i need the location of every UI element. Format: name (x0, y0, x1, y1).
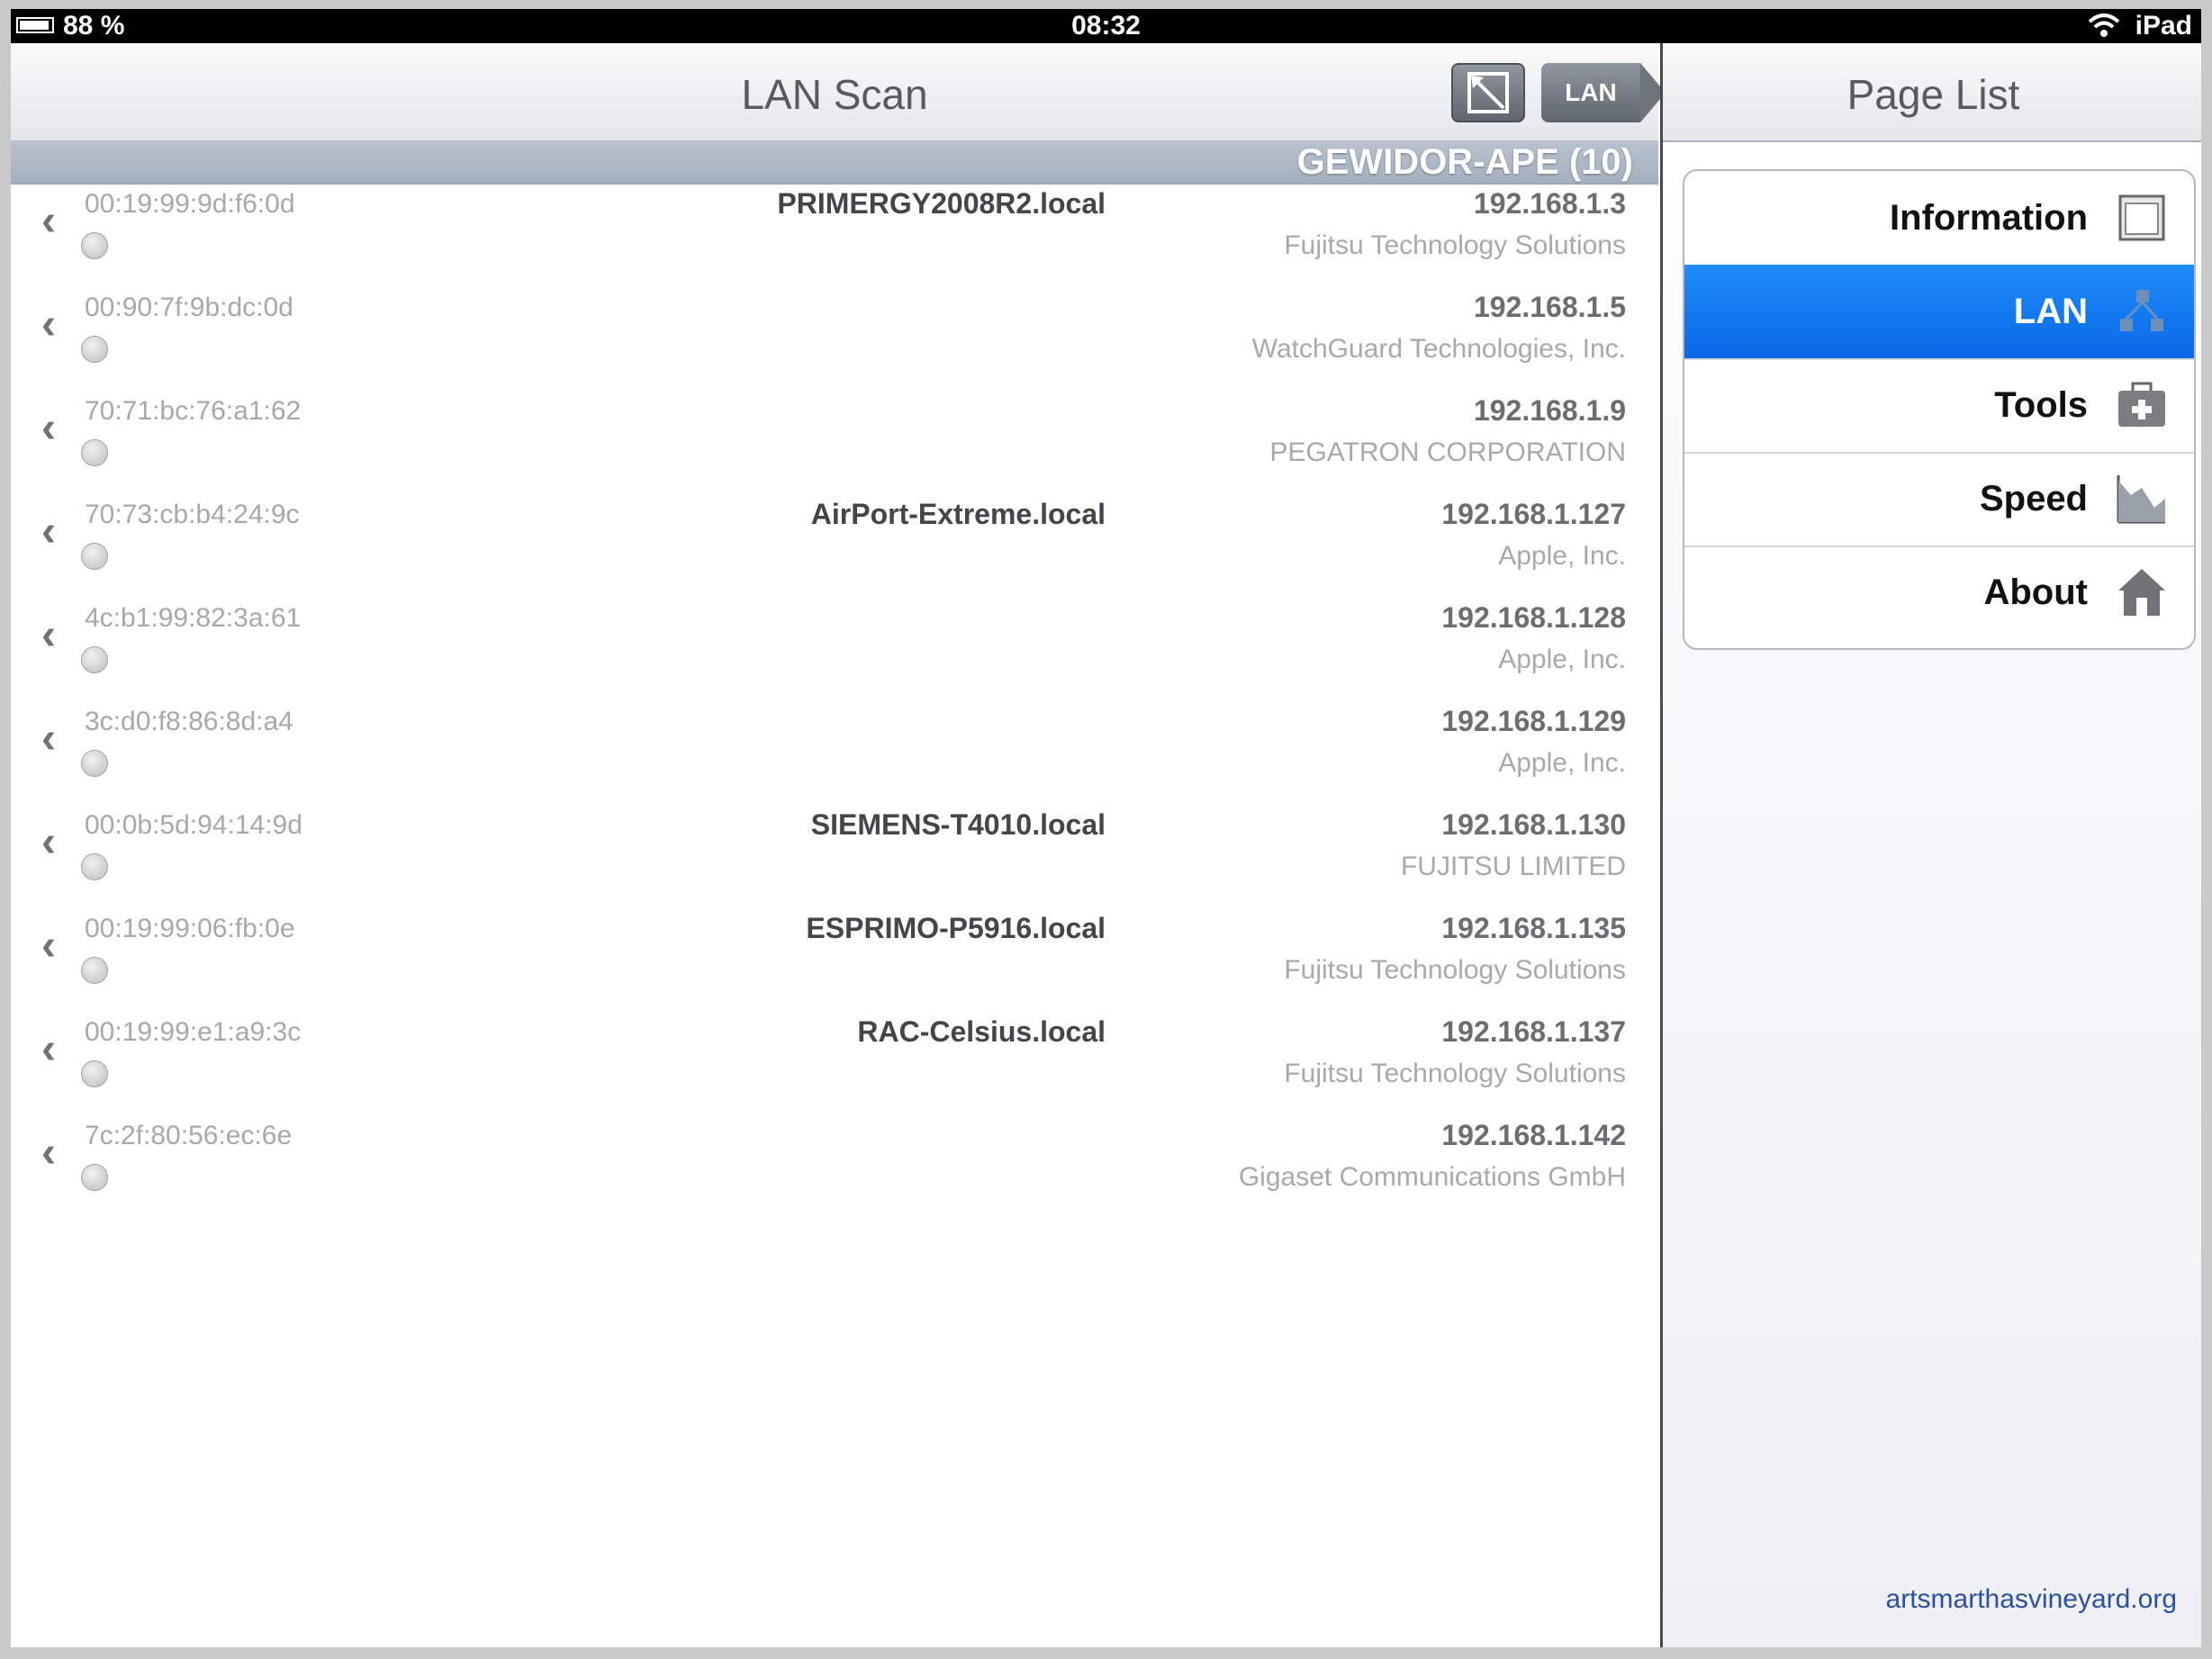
chart-icon (2117, 475, 2165, 524)
table-row[interactable]: ‹ 7c:2f:80:56:ec:6e 192.168.1.142 Gigase… (11, 1115, 1658, 1219)
chevron-left-icon: ‹ (41, 508, 56, 555)
table-row[interactable]: ‹ 70:73:cb:b4:24:9c AirPort-Extreme.loca… (11, 494, 1658, 598)
menu-item-label: About (1983, 573, 2088, 612)
table-row[interactable]: ‹ 00:19:99:9d:f6:0d PRIMERGY2008R2.local… (11, 184, 1658, 287)
table-row[interactable]: ‹ 4c:b1:99:82:3a:61 192.168.1.128 Apple,… (11, 598, 1658, 701)
vendor: Fujitsu Technology Solutions (1284, 230, 1626, 260)
status-dot (81, 543, 108, 570)
mac-address: 00:19:99:9d:f6:0d (85, 189, 295, 219)
mac-address: 00:0b:5d:94:14:9d (85, 810, 302, 840)
ip-address: 192.168.1.127 (1441, 498, 1626, 530)
chevron-left-icon: ‹ (41, 197, 56, 245)
status-dot (81, 439, 108, 466)
screen: 88 % 08:32 iPad LAN Scan LAN GEWIDOR-APE… (11, 9, 2201, 1647)
menu-item-label: Information (1890, 198, 2088, 238)
ip-address: 192.168.1.5 (1473, 291, 1626, 323)
page-list-menu: Information LAN Tools Speed About (1683, 169, 2196, 650)
table-row[interactable]: ‹ 3c:d0:f8:86:8d:a4 192.168.1.129 Apple,… (11, 701, 1658, 805)
ip-address: 192.168.1.128 (1441, 601, 1626, 634)
status-dot (81, 646, 108, 673)
page-list-pane: Page List Information LAN Tools Speed Ab… (1660, 43, 2201, 1647)
chevron-left-icon: ‹ (41, 301, 56, 348)
edit-button[interactable] (1451, 63, 1525, 122)
ip-address: 192.168.1.3 (1473, 187, 1626, 220)
vendor: Apple, Inc. (1498, 645, 1626, 674)
table-row[interactable]: ‹ 00:19:99:06:fb:0e ESPRIMO-P5916.local … (11, 908, 1658, 1012)
vendor: Fujitsu Technology Solutions (1284, 955, 1626, 985)
hostname: PRIMERGY2008R2.local (777, 187, 1106, 220)
hostname: AirPort-Extreme.local (810, 498, 1106, 530)
hostname: RAC-Celsius.local (857, 1015, 1106, 1048)
chevron-left-icon: ‹ (41, 611, 56, 659)
ip-address: 192.168.1.135 (1441, 912, 1626, 944)
mac-address: 70:73:cb:b4:24:9c (85, 500, 300, 529)
ip-address: 192.168.1.142 (1441, 1119, 1626, 1151)
menu-item-label: Tools (1994, 385, 2088, 425)
menu-item-label: Speed (1979, 479, 2088, 518)
mac-address: 3c:d0:f8:86:8d:a4 (85, 707, 293, 736)
status-dot (81, 750, 108, 777)
status-dot (81, 336, 108, 363)
network-icon (2120, 290, 2163, 331)
mac-address: 00:19:99:e1:a9:3c (85, 1017, 302, 1047)
page-list-title: Page List (1846, 71, 2020, 118)
chevron-left-icon: ‹ (41, 715, 56, 762)
section-title: GEWIDOR-APE (10) (1296, 142, 1633, 182)
menu-item-lan[interactable]: LAN (1684, 265, 2194, 360)
lan-scan-navbar: LAN Scan LAN (11, 43, 1666, 142)
menu-item-tools[interactable]: Tools (1684, 358, 2194, 454)
table-row[interactable]: ‹ 70:71:bc:76:a1:62 192.168.1.9 PEGATRON… (11, 391, 1658, 494)
status-dot (81, 1164, 108, 1191)
hostname: SIEMENS-T4010.local (810, 808, 1106, 841)
vendor: Apple, Inc. (1498, 748, 1626, 778)
ip-address: 192.168.1.137 (1441, 1015, 1626, 1048)
edit-icon (1467, 72, 1509, 113)
status-dot (81, 957, 108, 984)
vendor: Gigaset Communications GmbH (1238, 1162, 1626, 1192)
status-bar: 88 % 08:32 iPad (11, 9, 2201, 43)
footer-link[interactable]: artsmarthasvineyard.org (1886, 1584, 2177, 1615)
mac-address: 70:71:bc:76:a1:62 (85, 396, 302, 426)
hostname: ESPRIMO-P5916.local (806, 912, 1106, 944)
table-row[interactable]: ‹ 00:19:99:e1:a9:3c RAC-Celsius.local 19… (11, 1012, 1658, 1115)
house-icon (2118, 569, 2165, 616)
device-label: iPad (2135, 11, 2192, 41)
vendor: FUJITSU LIMITED (1400, 852, 1626, 881)
status-dot (81, 853, 108, 880)
wifi-icon (2088, 14, 2120, 37)
table-row[interactable]: ‹ 00:90:7f:9b:dc:0d 192.168.1.5 WatchGua… (11, 287, 1658, 391)
vendor: Apple, Inc. (1498, 541, 1626, 571)
status-dot (81, 232, 108, 259)
mac-address: 00:90:7f:9b:dc:0d (85, 293, 293, 322)
chevron-left-icon: ‹ (41, 404, 56, 452)
menu-item-speed[interactable]: Speed (1684, 452, 2194, 547)
vendor: PEGATRON CORPORATION (1269, 437, 1626, 467)
mac-address: 4c:b1:99:82:3a:61 (85, 603, 302, 633)
menu-item-label: LAN (2013, 292, 2088, 331)
ip-address: 192.168.1.9 (1473, 394, 1626, 427)
menu-item-information[interactable]: Information (1684, 171, 2194, 266)
ip-address: 192.168.1.130 (1441, 808, 1626, 841)
status-time: 08:32 (1071, 11, 1141, 41)
lan-back-button[interactable]: LAN (1541, 63, 1666, 122)
status-dot (81, 1060, 108, 1087)
vendor: WatchGuard Technologies, Inc. (1251, 334, 1626, 364)
page-title: LAN Scan (741, 71, 928, 118)
chevron-left-icon: ‹ (41, 1025, 56, 1073)
toolbox-icon (2118, 382, 2165, 427)
table-row[interactable]: ‹ 00:0b:5d:94:14:9d SIEMENS-T4010.local … (11, 805, 1658, 908)
window-icon (2118, 194, 2165, 241)
menu-item-about[interactable]: About (1684, 545, 2194, 639)
section-header: GEWIDOR-APE (10) (11, 140, 1658, 185)
page-list-navbar: Page List (1663, 43, 2201, 142)
ip-address: 192.168.1.129 (1441, 705, 1626, 737)
mac-address: 00:19:99:06:fb:0e (85, 914, 295, 943)
chevron-left-icon: ‹ (41, 818, 56, 866)
lan-scan-pane: LAN Scan LAN GEWIDOR-APE (10) ‹ 00:19:99… (11, 43, 1666, 1647)
chevron-left-icon: ‹ (41, 1129, 56, 1177)
vendor: Fujitsu Technology Solutions (1284, 1059, 1626, 1088)
mac-address: 7c:2f:80:56:ec:6e (85, 1121, 293, 1150)
chevron-left-icon: ‹ (41, 922, 56, 969)
